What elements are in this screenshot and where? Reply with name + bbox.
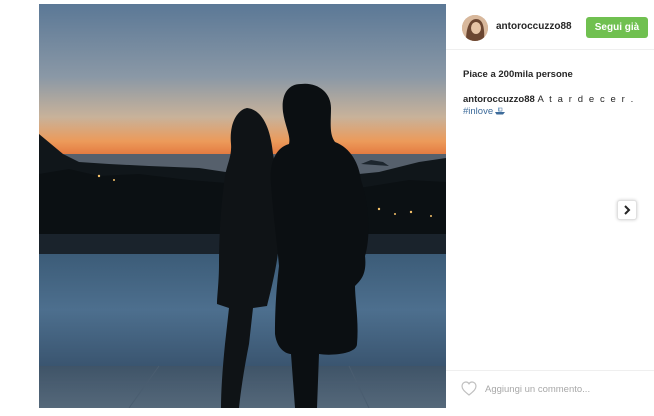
- post-header: antoroccuzzo88 Segui già: [446, 4, 654, 50]
- sunset-photo-image: [39, 4, 446, 408]
- follow-button[interactable]: Segui già: [586, 17, 648, 38]
- post-caption: antoroccuzzo88 A t a r d e c e r . #inlo…: [463, 94, 649, 118]
- comment-input[interactable]: [485, 380, 645, 398]
- hashtag-text: #inlove: [463, 106, 494, 117]
- likes-count[interactable]: Piace a 200mila persone: [463, 69, 573, 80]
- boat-icon: [495, 107, 506, 115]
- heart-outline-icon[interactable]: [461, 381, 477, 396]
- avatar[interactable]: [462, 15, 488, 41]
- next-post-button[interactable]: [617, 200, 637, 220]
- post-photo[interactable]: [39, 4, 446, 408]
- chevron-right-icon: [624, 205, 631, 215]
- post-side-panel: antoroccuzzo88 Segui già Piace a 200mila…: [446, 4, 654, 408]
- comment-bar: [446, 370, 654, 408]
- post-username[interactable]: antoroccuzzo88: [496, 21, 572, 32]
- caption-text: A t a r d e c e r .: [537, 94, 635, 105]
- hashtag-link[interactable]: #inlove: [463, 106, 506, 118]
- avatar-image: [462, 15, 488, 41]
- caption-username[interactable]: antoroccuzzo88: [463, 94, 535, 105]
